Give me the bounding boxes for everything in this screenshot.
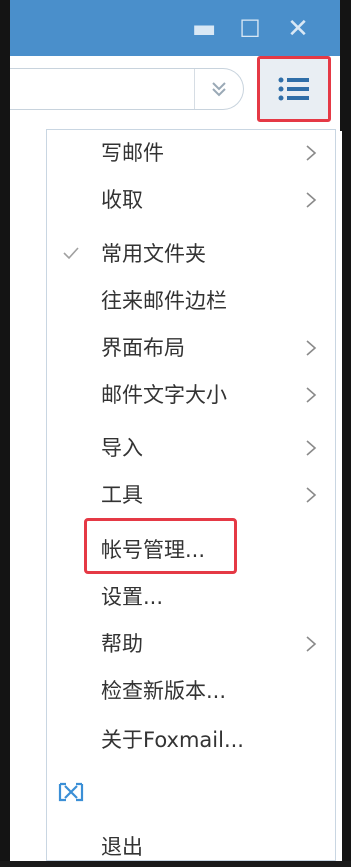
menu-item-label: 退出: [101, 835, 143, 859]
maximize-icon[interactable]: ☐: [232, 12, 268, 46]
link-icon[interactable]: [57, 781, 85, 803]
title-bar: ▬ ☐ ✕: [10, 0, 340, 56]
chevron-right-icon: [306, 192, 317, 208]
menu-item-label: 工具: [101, 483, 143, 507]
close-icon[interactable]: ✕: [280, 12, 316, 46]
menu-item-import[interactable]: 导入: [47, 428, 335, 468]
mail-list-edge: [10, 131, 46, 861]
menu-item-label: 常用文件夹: [101, 242, 206, 266]
minimize-icon[interactable]: ▬: [186, 12, 222, 46]
menu-item-label: 往来邮件边栏: [101, 289, 227, 313]
chevron-right-icon: [306, 145, 317, 161]
menu-item-label: 写邮件: [101, 141, 164, 165]
menu-item-help[interactable]: 帮助: [47, 624, 335, 664]
menu-item-font-size[interactable]: 邮件文字大小: [47, 375, 335, 415]
chevron-right-icon: [306, 636, 317, 652]
main-menu-button[interactable]: [257, 56, 331, 122]
menu-item-correspondence-sidebar[interactable]: 往来邮件边栏: [47, 281, 335, 321]
menu-item-favorite-folders[interactable]: 常用文件夹: [47, 234, 335, 274]
double-chevron-down-icon: [212, 82, 226, 97]
menu-item-receive[interactable]: 收取: [47, 180, 335, 220]
menu-item-about[interactable]: 关于Foxmail...: [47, 720, 335, 760]
list-menu-icon: [278, 77, 309, 101]
menu-item-layout[interactable]: 界面布局: [47, 328, 335, 368]
menu-item-tools[interactable]: 工具: [47, 475, 335, 515]
menu-item-label: 界面布局: [101, 336, 185, 360]
menu-item-label: 收取: [101, 188, 143, 212]
menu-item-label: 帮助: [101, 632, 143, 656]
menu-item-account-management[interactable]: 帐号管理...: [47, 530, 335, 570]
window-right-edge: [336, 131, 342, 861]
menu-item-compose[interactable]: 写邮件: [47, 133, 335, 173]
checkmark-icon: [63, 247, 79, 260]
toolbar: [10, 56, 340, 131]
chevron-right-icon: [306, 387, 317, 403]
search-input[interactable]: [10, 68, 244, 110]
menu-item-label: 帐号管理...: [101, 538, 206, 562]
menu-item-label: 关于Foxmail...: [101, 728, 244, 752]
menu-item-label: 设置...: [101, 585, 164, 609]
menu-item-check-update[interactable]: 检查新版本...: [47, 671, 335, 711]
menu-item-label: 导入: [101, 436, 143, 460]
main-menu-dropdown: 写邮件 收取 常用文件夹 往来邮件边栏 界面布局 邮件文字大小 导入 工具 帐号…: [46, 129, 336, 861]
menu-item-label: 检查新版本...: [101, 679, 227, 703]
screenshot-frame: ▬ ☐ ✕ 写邮件 收取 常用文件夹 往来邮件边栏 界面布局 邮件文字大小 导入…: [0, 0, 351, 861]
search-options-button[interactable]: [194, 69, 243, 109]
menu-item-settings[interactable]: 设置...: [47, 577, 335, 617]
chevron-right-icon: [306, 340, 317, 356]
menu-item-exit[interactable]: 退出: [47, 827, 335, 867]
chevron-right-icon: [306, 487, 317, 503]
chevron-right-icon: [306, 440, 317, 456]
menu-item-label: 邮件文字大小: [101, 383, 227, 407]
